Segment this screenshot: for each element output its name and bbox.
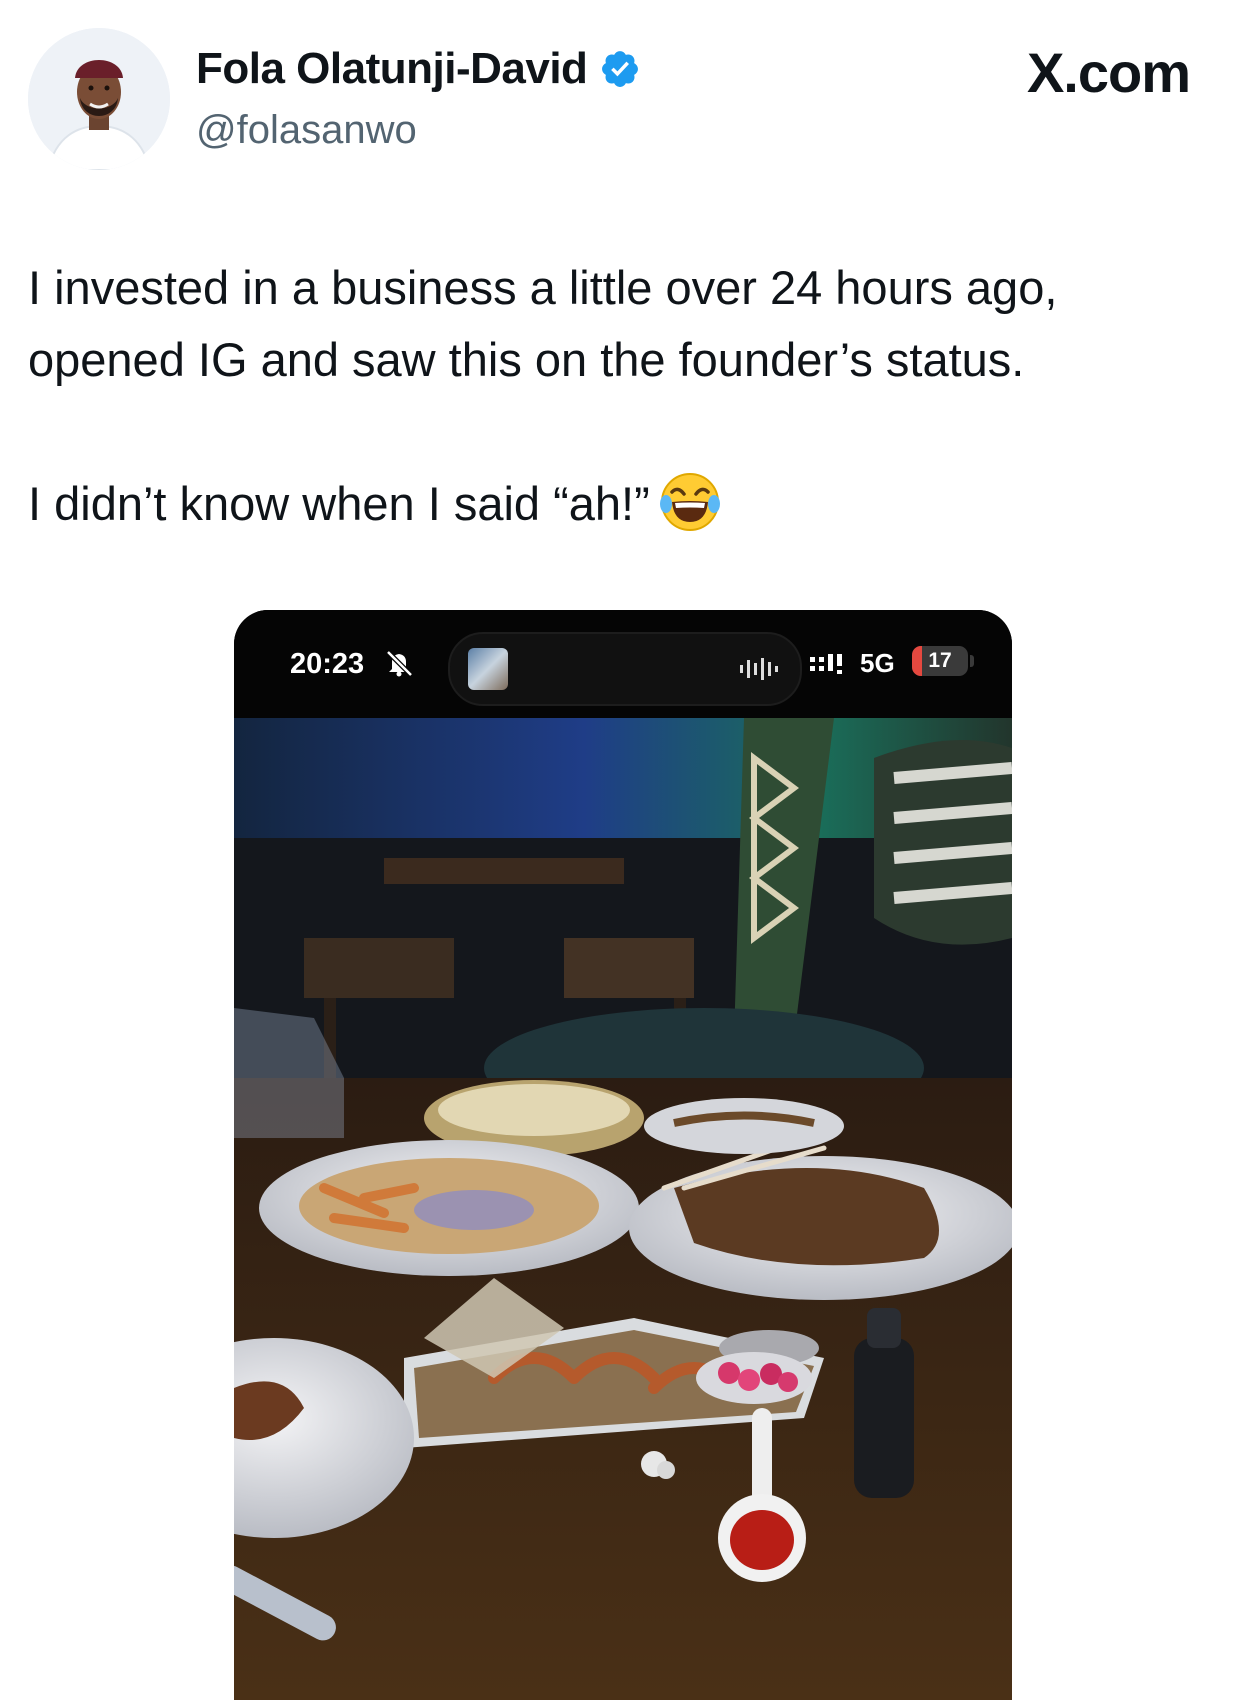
- restaurant-table-photo: [234, 718, 1012, 1700]
- battery-label: 17: [928, 649, 952, 672]
- battery-indicator: 17: [912, 646, 968, 676]
- avatar[interactable]: [28, 28, 170, 170]
- tweet-paragraph-with-emoji: I didn’t know when I said “ah!”: [28, 468, 1218, 540]
- network-label: 5G: [860, 648, 895, 678]
- signal-icon: [808, 652, 850, 678]
- handle[interactable]: @folasanwo: [196, 108, 417, 153]
- display-name[interactable]: Fola Olatunji-David: [196, 44, 588, 94]
- dynamic-island: [448, 632, 802, 706]
- battery-tip: [970, 655, 974, 667]
- status-time: 20:23: [290, 648, 365, 680]
- tweet-paragraph: I didn’t know when I said “ah!”: [28, 477, 650, 530]
- media-thumbnail-icon: [468, 648, 508, 690]
- phone-status-bar: 20:23 5G 17: [234, 610, 1012, 718]
- tweet-header: Fola Olatunji-David @folasanwo X.com: [0, 0, 1242, 190]
- attached-photo[interactable]: 20:23 5G 17: [234, 610, 1012, 1700]
- verified-badge-icon: [599, 48, 641, 90]
- site-label: X.com: [1026, 41, 1191, 104]
- tweet-body: I invested in a business a little over 2…: [28, 252, 1218, 540]
- name-row: Fola Olatunji-David: [196, 44, 641, 94]
- bell-off-icon: [384, 648, 414, 678]
- tweet-paragraph: I invested in a business a little over 2…: [28, 261, 1058, 386]
- waveform-icon: [738, 656, 782, 682]
- laughing-emoji-icon: [658, 470, 722, 534]
